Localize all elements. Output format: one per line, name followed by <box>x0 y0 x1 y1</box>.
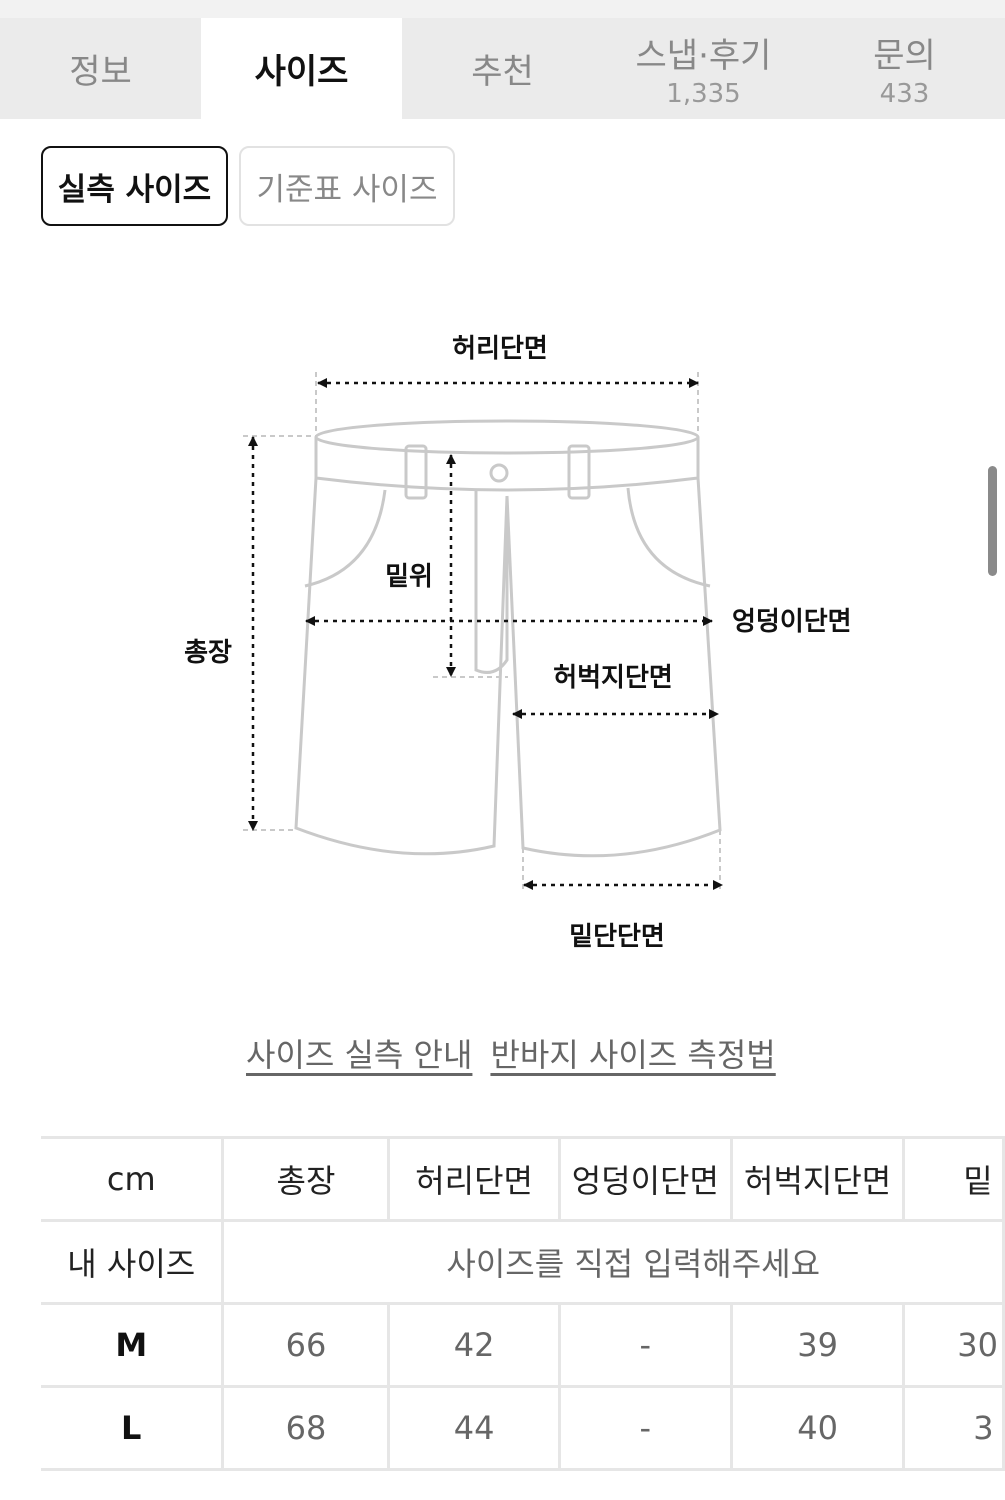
tab-size[interactable]: 사이즈 <box>201 18 402 119</box>
cell-hem: 30 <box>902 1302 1005 1388</box>
thigh-label: 허벅지단면 <box>553 663 673 693</box>
tab-inquiry-count: 433 <box>879 79 930 109</box>
hem-label: 밑단단면 <box>569 922 665 952</box>
size-label-l: L <box>41 1385 225 1471</box>
cell-waist: 42 <box>387 1302 561 1388</box>
waist-label: 허리단면 <box>452 334 548 364</box>
tab-inquiry[interactable]: 문의 433 <box>804 18 1005 119</box>
cell-hip: - <box>557 1385 733 1471</box>
actual-size-button[interactable]: 실측 사이즈 <box>41 146 228 226</box>
cell-length: 68 <box>221 1385 391 1471</box>
tab-recommend[interactable]: 추천 <box>402 18 603 119</box>
cell-hem: 3 <box>902 1385 1005 1471</box>
header-waist: 허리단면 <box>387 1136 561 1222</box>
header-unit: cm <box>41 1136 225 1222</box>
rise-label: 밑위 <box>385 562 433 592</box>
my-size-label: 내 사이즈 <box>41 1219 225 1305</box>
tab-snap-review-label: 스냅·후기 <box>635 36 772 76</box>
cell-thigh: 39 <box>729 1302 906 1388</box>
tab-snap-review[interactable]: 스냅·후기 1,335 <box>603 18 804 119</box>
tab-recommend-label: 추천 <box>471 52 534 92</box>
tab-info-label: 정보 <box>69 52 132 92</box>
table-header-row: cm 총장 허리단면 엉덩이단면 허벅지단면 밑 <box>41 1136 1005 1222</box>
tab-info[interactable]: 정보 <box>0 18 201 119</box>
cell-length: 66 <box>221 1302 391 1388</box>
cell-thigh: 40 <box>729 1385 906 1471</box>
table-row: L 68 44 - 40 3 <box>41 1385 1005 1471</box>
size-guide-link[interactable]: 사이즈 실측 안내 <box>246 1036 472 1074</box>
size-table: cm 총장 허리단면 엉덩이단면 허벅지단면 밑 내 사이즈 사이즈를 직접 입… <box>41 1136 1005 1471</box>
length-label: 총장 <box>184 638 232 668</box>
cell-hip: - <box>557 1302 733 1388</box>
hip-label: 엉덩이단면 <box>732 607 852 637</box>
my-size-input[interactable]: 사이즈를 직접 입력해주세요 <box>221 1219 1005 1305</box>
tab-inquiry-label: 문의 <box>873 36 936 76</box>
size-label-m: M <box>41 1302 225 1388</box>
standard-size-button[interactable]: 기준표 사이즈 <box>239 146 455 226</box>
table-row: M 66 42 - 39 30 <box>41 1302 1005 1388</box>
header-thigh: 허벅지단면 <box>729 1136 906 1222</box>
tab-snap-review-count: 1,335 <box>666 79 741 109</box>
shorts-measure-link[interactable]: 반바지 사이즈 측정법 <box>490 1036 775 1074</box>
top-band <box>0 0 1005 18</box>
header-hem: 밑 <box>902 1136 1005 1222</box>
tab-size-label: 사이즈 <box>254 52 349 92</box>
cell-waist: 44 <box>387 1385 561 1471</box>
my-size-row: 내 사이즈 사이즈를 직접 입력해주세요 <box>41 1219 1005 1305</box>
size-links: 사이즈 실측 안내 반바지 사이즈 측정법 <box>246 1030 794 1076</box>
header-length: 총장 <box>221 1136 391 1222</box>
header-hip: 엉덩이단면 <box>557 1136 733 1222</box>
shorts-measurement-diagram: 허리단면 밑위 엉덩이단면 총장 허벅지단면 밑단단면 <box>184 334 852 952</box>
product-tabs: 정보 사이즈 추천 스냅·후기 1,335 문의 433 <box>0 18 1005 119</box>
shorts-outline <box>294 419 722 858</box>
